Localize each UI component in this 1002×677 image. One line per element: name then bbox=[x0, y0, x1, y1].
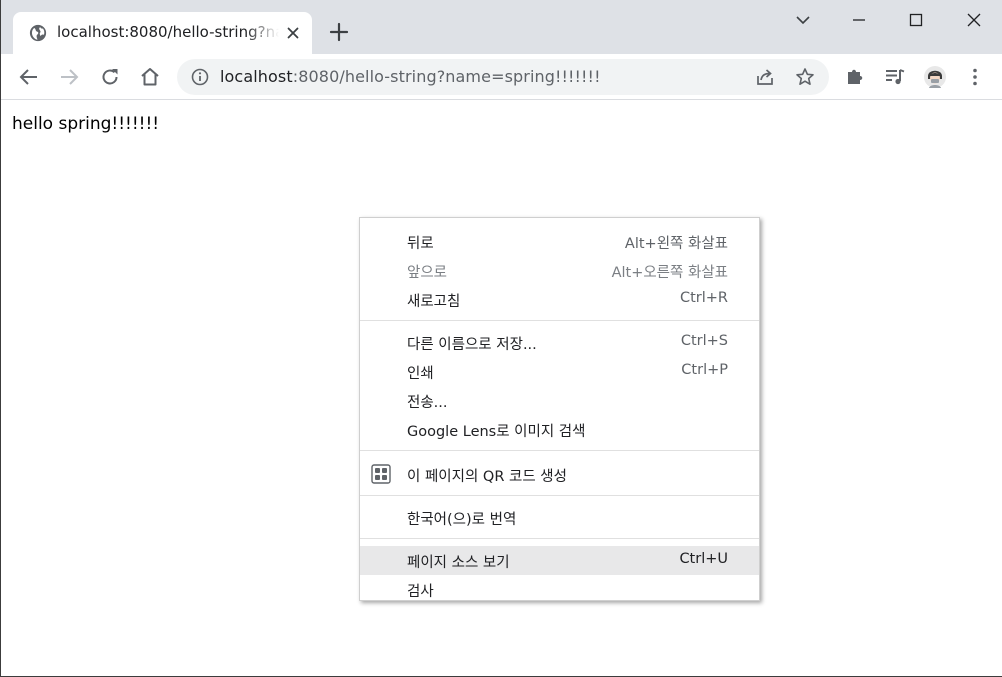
menu-item-shortcut: Ctrl+S bbox=[680, 333, 728, 349]
menu-item-reload[interactable]: 새로고침 Ctrl+R bbox=[360, 285, 759, 314]
menu-item-label: Google Lens로 이미지 검색 bbox=[407, 424, 586, 440]
globe-icon bbox=[29, 24, 47, 42]
menu-item-translate[interactable]: 한국어(으)로 번역 bbox=[360, 503, 759, 532]
site-info-icon[interactable] bbox=[191, 68, 209, 86]
url-text[interactable]: localhost:8080/hello-string?name=spring!… bbox=[220, 67, 601, 86]
menu-item-label: 앞으로 bbox=[407, 265, 448, 281]
menu-item-label: 다른 이름으로 저장... bbox=[407, 337, 537, 353]
menu-item-label: 전송... bbox=[407, 395, 448, 411]
menu-item-shortcut: Ctrl+R bbox=[679, 290, 728, 306]
menu-item-shortcut: Ctrl+P bbox=[681, 362, 728, 378]
menu-item-label: 이 페이지의 QR 코드 생성 bbox=[407, 469, 567, 485]
reload-icon[interactable] bbox=[98, 65, 122, 89]
media-controls-icon[interactable] bbox=[883, 65, 907, 89]
menu-item-shortcut: Alt+왼쪽 화살표 bbox=[624, 236, 728, 252]
toolbar: localhost:8080/hello-string?name=spring!… bbox=[1, 54, 1002, 100]
menu-item-send[interactable]: 전송... bbox=[360, 386, 759, 415]
tab-close-icon[interactable] bbox=[285, 25, 301, 41]
minimize-icon[interactable] bbox=[847, 8, 871, 32]
tab-strip: localhost:8080/hello-string?name=spring!… bbox=[1, 0, 1002, 54]
menu-separator bbox=[360, 450, 759, 451]
url-host: localhost bbox=[220, 67, 293, 86]
extensions-puzzle-icon[interactable] bbox=[843, 65, 867, 89]
menu-item-label: 인쇄 bbox=[407, 366, 434, 382]
menu-separator bbox=[360, 495, 759, 496]
menu-item-view-source[interactable]: 페이지 소스 보기 Ctrl+U bbox=[360, 546, 759, 575]
menu-item-label: 검사 bbox=[407, 584, 434, 600]
bookmark-star-icon[interactable] bbox=[795, 67, 815, 87]
menu-item-back[interactable]: 뒤로 Alt+왼쪽 화살표 bbox=[360, 227, 759, 256]
menu-separator bbox=[360, 538, 759, 539]
page-text: hello spring!!!!!!! bbox=[12, 114, 160, 134]
menu-item-label: 뒤로 bbox=[407, 236, 434, 252]
menu-item-inspect[interactable]: 검사 bbox=[360, 575, 759, 604]
menu-item-forward: 앞으로 Alt+오른쪽 화살표 bbox=[360, 256, 759, 285]
address-bar[interactable]: localhost:8080/hello-string?name=spring!… bbox=[177, 59, 829, 95]
tab-title: localhost:8080/hello-string?name=spring!… bbox=[57, 23, 279, 41]
home-icon[interactable] bbox=[138, 65, 162, 89]
browser-window: localhost:8080/hello-string?name=spring!… bbox=[0, 0, 1002, 677]
menu-item-shortcut: Ctrl+U bbox=[679, 551, 728, 567]
menu-item-google-lens[interactable]: Google Lens로 이미지 검색 bbox=[360, 415, 759, 444]
qr-code-icon bbox=[371, 464, 391, 484]
menu-separator bbox=[360, 320, 759, 321]
menu-item-qr-code[interactable]: 이 페이지의 QR 코드 생성 bbox=[360, 458, 759, 489]
menu-item-label: 새로고침 bbox=[407, 294, 461, 310]
back-arrow-icon[interactable] bbox=[17, 65, 41, 89]
menu-item-print[interactable]: 인쇄 Ctrl+P bbox=[360, 357, 759, 386]
more-menu-kebab-icon[interactable] bbox=[963, 65, 987, 89]
url-path: :8080/hello-string?name=spring!!!!!!! bbox=[292, 67, 601, 86]
close-window-icon[interactable] bbox=[962, 8, 986, 32]
share-icon[interactable] bbox=[755, 67, 775, 87]
menu-item-label: 페이지 소스 보기 bbox=[407, 555, 510, 571]
tab-search-chevron-icon[interactable] bbox=[791, 8, 815, 32]
maximize-icon[interactable] bbox=[904, 8, 928, 32]
active-tab[interactable]: localhost:8080/hello-string?name=spring!… bbox=[13, 12, 312, 54]
menu-item-save-as[interactable]: 다른 이름으로 저장... Ctrl+S bbox=[360, 328, 759, 357]
menu-item-label: 한국어(으)로 번역 bbox=[407, 512, 517, 528]
menu-item-shortcut: Alt+오른쪽 화살표 bbox=[611, 265, 728, 281]
context-menu: 뒤로 Alt+왼쪽 화살표 앞으로 Alt+오른쪽 화살표 새로고침 Ctrl+… bbox=[359, 217, 760, 601]
profile-avatar-icon[interactable] bbox=[923, 65, 947, 89]
new-tab-plus-icon[interactable] bbox=[328, 21, 350, 43]
forward-arrow-icon[interactable] bbox=[57, 65, 81, 89]
